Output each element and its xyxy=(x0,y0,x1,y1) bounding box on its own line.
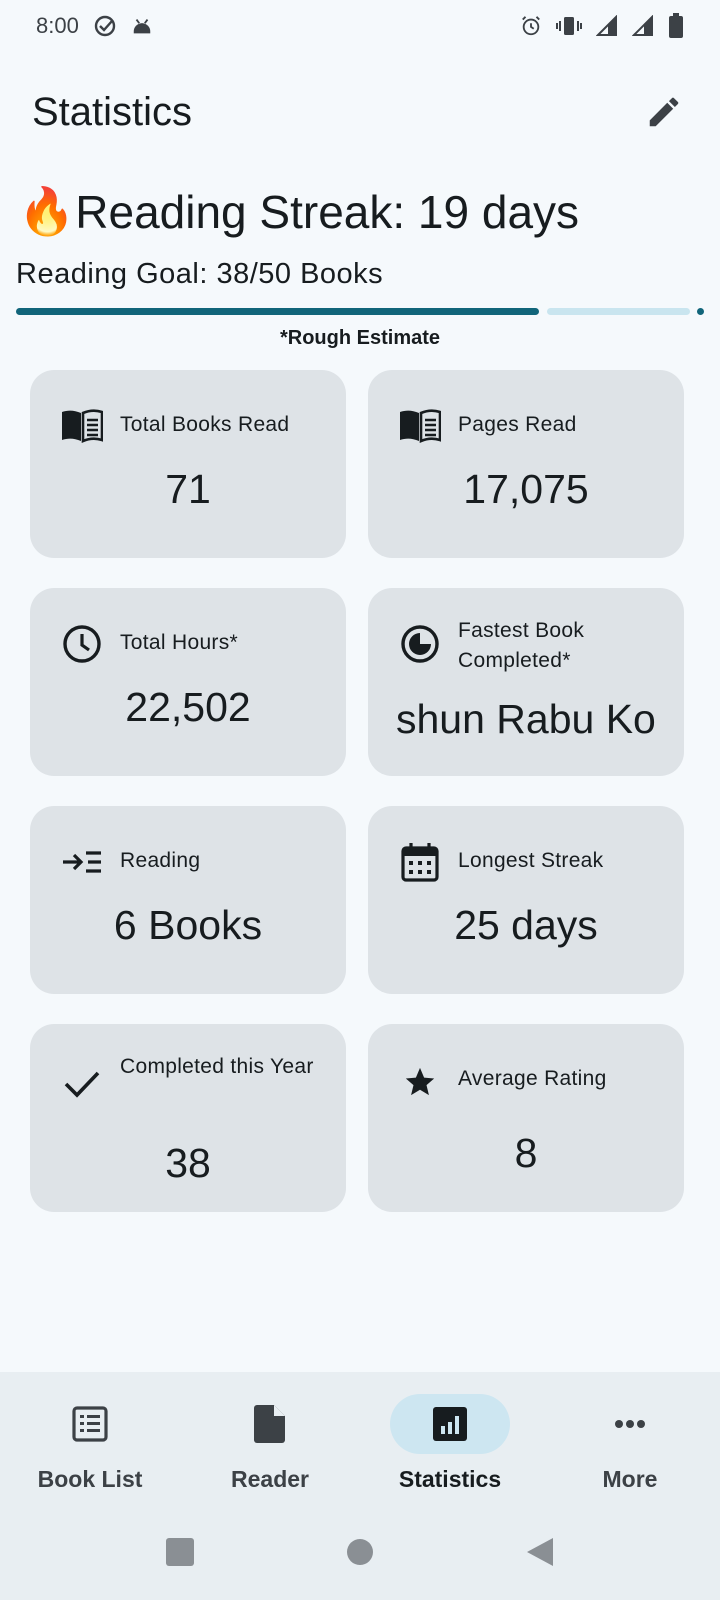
list-box-icon xyxy=(72,1406,108,1442)
card-reading[interactable]: Reading 6 Books xyxy=(30,806,346,994)
nav-reader[interactable]: Reader xyxy=(180,1372,360,1504)
card-value: 71 xyxy=(165,466,211,512)
home-button[interactable] xyxy=(345,1537,375,1567)
bar-chart-icon xyxy=(433,1407,467,1441)
recents-button[interactable] xyxy=(165,1537,195,1567)
progress-fill xyxy=(16,308,539,315)
nav-label: Reader xyxy=(231,1466,309,1492)
status-bar: 8:00 xyxy=(0,0,720,52)
book-open-icon xyxy=(60,404,104,448)
pencil-icon xyxy=(649,97,679,127)
card-value: 8 xyxy=(514,1130,538,1176)
nav-indicator xyxy=(390,1394,510,1454)
document-icon xyxy=(254,1405,285,1443)
edit-button[interactable] xyxy=(638,86,690,138)
reading-goal: Reading Goal: 38/50 Books xyxy=(16,258,384,290)
card-fastest-book[interactable]: Fastest Book Completed* shun Rabu Ko xyxy=(368,588,684,776)
card-value: 17,075 xyxy=(463,466,589,512)
nav-more[interactable]: More xyxy=(540,1372,720,1504)
bottom-navigation: Book List Reader Statistics More xyxy=(0,1372,720,1504)
card-label: Pages Read xyxy=(458,413,577,436)
nav-indicator xyxy=(210,1394,330,1454)
card-value: 22,502 xyxy=(125,684,251,730)
battery-icon xyxy=(668,13,684,39)
nav-indicator xyxy=(30,1394,150,1454)
nav-statistics[interactable]: Statistics xyxy=(360,1372,540,1504)
streak-text: Reading Streak: 19 days xyxy=(75,185,580,238)
calendar-icon xyxy=(398,840,442,884)
card-average-rating[interactable]: Average Rating 8 xyxy=(368,1024,684,1212)
nav-label: Book List xyxy=(37,1466,143,1492)
vibrate-icon xyxy=(556,15,582,37)
card-label: Total Hours* xyxy=(120,631,238,654)
goal-progress-bar xyxy=(16,306,704,316)
card-total-books-read[interactable]: Total Books Read 71 xyxy=(30,370,346,558)
card-label: Average Rating xyxy=(458,1067,607,1090)
android-debug-icon xyxy=(131,15,153,37)
timer-icon xyxy=(398,622,442,666)
signal-icon xyxy=(596,15,618,37)
card-value: 25 days xyxy=(454,902,598,948)
card-label: Longest Streak xyxy=(458,849,604,872)
check-circle-icon xyxy=(93,14,117,38)
status-time: 8:00 xyxy=(36,13,79,38)
card-value: shun Rabu Ko xyxy=(396,696,656,742)
fire-icon: 🔥 xyxy=(18,185,76,237)
more-horiz-icon xyxy=(615,1420,645,1428)
top-app-bar: Statistics xyxy=(0,70,720,154)
nav-book-list[interactable]: Book List xyxy=(0,1372,180,1504)
nav-label: More xyxy=(602,1466,658,1492)
nav-indicator xyxy=(570,1394,690,1454)
progress-end-dot xyxy=(697,308,704,315)
progress-track xyxy=(547,308,690,315)
card-total-hours[interactable]: Total Hours* 22,502 xyxy=(30,588,346,776)
card-value: 6 Books xyxy=(113,902,263,948)
card-label: Completed this Year xyxy=(120,1055,314,1078)
card-label: Total Books Read xyxy=(120,413,290,436)
card-completed-this-year[interactable]: Completed this Year 38 xyxy=(30,1024,346,1212)
alarm-icon xyxy=(520,15,542,37)
check-icon xyxy=(60,1062,104,1106)
book-open-icon xyxy=(398,404,442,448)
card-longest-streak[interactable]: Longest Streak 25 days xyxy=(368,806,684,994)
back-button[interactable] xyxy=(525,1536,555,1568)
card-pages-read[interactable]: Pages Read 17,075 xyxy=(368,370,684,558)
estimate-note: *Rough Estimate xyxy=(279,327,441,349)
card-value: 38 xyxy=(165,1140,211,1186)
clock-icon xyxy=(60,622,104,666)
card-label: Fastest Book Completed* xyxy=(458,619,585,672)
card-label: Reading xyxy=(120,849,201,872)
reading-streak: 🔥 Reading Streak: 19 days xyxy=(18,184,579,239)
page-title: Statistics xyxy=(32,89,193,134)
nav-label: Statistics xyxy=(398,1466,502,1492)
arrow-list-icon xyxy=(60,840,104,884)
star-icon xyxy=(398,1060,442,1104)
signal-icon xyxy=(632,15,654,37)
system-navigation-bar xyxy=(0,1504,720,1600)
